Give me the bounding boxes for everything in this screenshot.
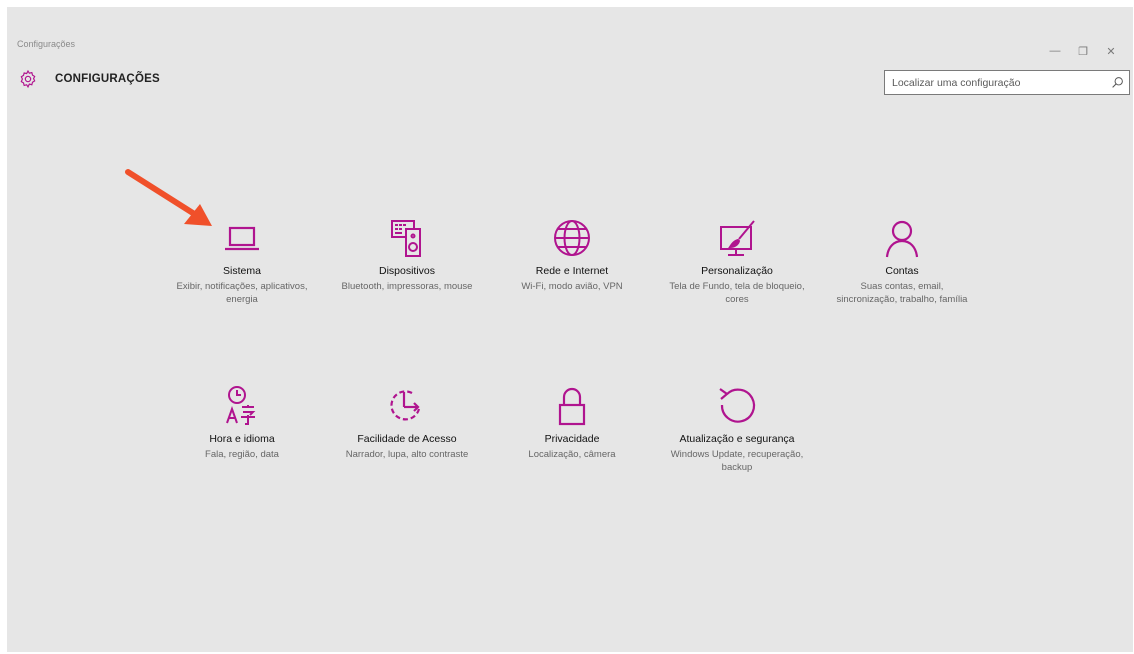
tile-atualizacao-seguranca[interactable]: Atualização e segurança Windows Update, … <box>662 383 812 474</box>
tile-dispositivos[interactable]: Dispositivos Bluetooth, impressoras, mou… <box>332 215 482 293</box>
globe-icon <box>554 220 590 256</box>
tile-hora-idioma[interactable]: Hora e idioma Fala, região, data <box>167 383 317 461</box>
page-title: CONFIGURAÇÕES <box>55 73 160 85</box>
tile-name: Hora e idioma <box>209 433 275 445</box>
tile-name: Privacidade <box>544 433 600 445</box>
settings-window: Configurações — ❐ ✕ CONFIGURAÇÕES <box>7 7 1133 652</box>
ease-of-access-icon <box>390 390 421 421</box>
search-icon[interactable] <box>1111 76 1124 89</box>
tile-description: Narrador, lupa, alto contraste <box>345 449 469 460</box>
tile-description: Fala, região, data <box>205 449 279 460</box>
tile-description: Exibir, notificações, aplicativos, energ… <box>176 281 308 305</box>
tile-rede-internet[interactable]: Rede e Internet Wi-Fi, modo avião, VPN <box>497 215 647 293</box>
tile-personalizacao[interactable]: Personalização Tela de Fundo, tela de bl… <box>662 215 812 306</box>
tile-name: Atualização e segurança <box>679 433 795 445</box>
laptop-icon <box>225 226 259 251</box>
tile-description: Wi-Fi, modo avião, VPN <box>521 281 623 292</box>
paintbrush-icon <box>720 220 755 256</box>
tile-description: Suas contas, email, sincronização, traba… <box>836 281 968 305</box>
window-title: Configurações <box>17 39 76 49</box>
tile-name: Facilidade de Acesso <box>357 433 457 445</box>
restore-button[interactable]: ❐ <box>1069 41 1097 61</box>
refresh-icon <box>719 388 756 423</box>
tile-name: Rede e Internet <box>535 265 609 277</box>
lock-icon <box>558 387 586 426</box>
tile-name: Contas <box>885 265 919 277</box>
search-box[interactable] <box>884 70 1130 95</box>
tile-privacidade[interactable]: Privacidade Localização, câmera <box>497 383 647 461</box>
tile-name: Personalização <box>701 265 773 277</box>
time-language-icon <box>226 386 256 425</box>
close-button[interactable]: ✕ <box>1097 41 1125 61</box>
tile-description: Bluetooth, impressoras, mouse <box>341 281 473 292</box>
tile-contas[interactable]: Contas Suas contas, email, sincronização… <box>827 215 977 306</box>
person-icon <box>885 220 919 258</box>
tile-description: Tela de Fundo, tela de bloqueio, cores <box>669 281 805 305</box>
search-input[interactable] <box>892 74 1092 91</box>
tile-facilidade-acesso[interactable]: Facilidade de Acesso Narrador, lupa, alt… <box>332 383 482 461</box>
tile-description: Localização, câmera <box>528 449 616 460</box>
tile-name: Sistema <box>223 265 261 277</box>
devices-icon <box>391 220 421 257</box>
tile-name: Dispositivos <box>378 265 436 277</box>
tile-description: Windows Update, recuperação, backup <box>670 449 804 473</box>
gear-icon <box>20 69 36 89</box>
window-controls: — ❐ ✕ <box>1041 41 1125 61</box>
minimize-button[interactable]: — <box>1041 41 1069 61</box>
tile-sistema[interactable]: Sistema Exibir, notificações, aplicativo… <box>167 215 317 306</box>
